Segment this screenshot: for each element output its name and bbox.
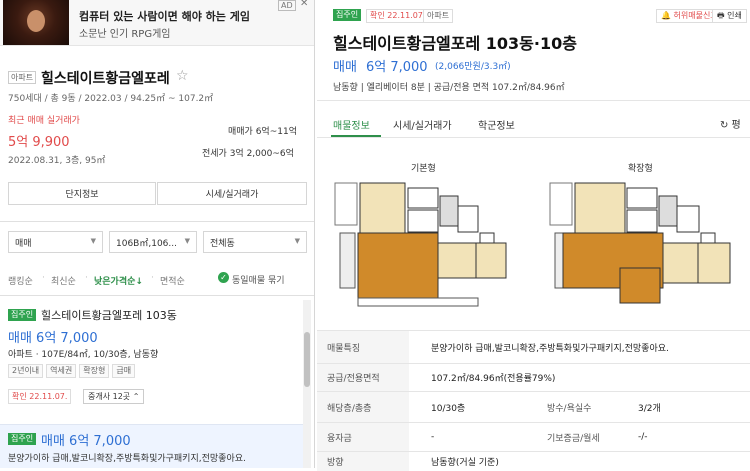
refresh-pyeong-toggle[interactable]: ↻ 평 [720,116,741,131]
price-label: 매매 [333,60,357,75]
trade-type-value: 매매 [15,238,32,249]
complex-type-tag: 아파트 [8,71,37,84]
listing-name[interactable]: 힐스테이트황금엘포레 103동 [41,307,177,323]
complex-info-button[interactable]: 단지정보 [8,182,156,205]
chevron-down-icon: ▼ [294,237,300,245]
floorplan-extended-image[interactable] [545,178,735,311]
favorite-star-icon[interactable]: ☆ [176,68,189,84]
sort-area[interactable]: 면적순 [160,274,185,287]
tab-market-price[interactable]: 시세/실거래가 [393,117,452,132]
owner-tag: 집주인 [333,9,362,21]
feature-badge: 역세권 [46,364,77,378]
listing-detail: 아파트 · 107E/84㎡, 10/30층, 남동향 [8,350,159,360]
check-icon[interactable]: ✓ [218,272,229,283]
feature-badge: 2년이내 [8,364,44,378]
info-row-loan: 융자금 - 기보증금/월세 -/- [317,422,750,451]
divider [317,137,750,138]
dong-select[interactable]: 전체동 ▼ [203,231,307,253]
confirm-date-badge: 확인 22.11.07. [8,389,72,404]
listing-price[interactable]: 매매 6억 7,000 [8,327,98,346]
group-same-listings-label[interactable]: 동일매물 묶기 [232,273,285,286]
info-row-floor: 해당층/총층 10/30층 방수/욕실수 3/2개 [317,391,750,422]
chevron-down-icon: ▼ [90,237,96,245]
listing-price: 6억 7,000 [366,60,428,75]
feature-badge: 확장형 [79,364,110,378]
sort-ranking[interactable]: 랭킹순 [8,274,33,287]
floorplan-basic-label: 기본형 [411,164,436,174]
row-value: 3/2개 [638,403,661,414]
ad-banner[interactable]: 컴퓨터 있는 사람이면 해야 하는 게임 소문난 인기 RPG게임 AD ✕ [0,0,314,46]
row-value: 107.2㎡/84.96㎡(전용률79%) [431,374,556,384]
row-value: - [431,432,435,442]
row-key: 기보증금/월세 [547,433,600,444]
print-button[interactable]: 🖶 인쇄 [712,9,747,23]
feature-badge: 급매 [112,364,136,378]
recent-price-date: 2022.08.31, 3층, 95㎡ [8,156,106,166]
info-row-features: 매물특징 분양가이하 급매,발코니확장,주방특화및가구패키지,전망좋아요. [317,330,750,363]
tab-school-info[interactable]: 학군정보 [478,117,515,132]
complex-name: 힐스테이트황금엘포레 [41,71,170,87]
ad-subtitle[interactable]: 소문난 인기 RPG게임 [79,25,171,40]
scrollbar-thumb[interactable] [304,332,310,387]
row-key: 해당층/총층 [317,392,409,422]
ad-badge: AD [278,0,296,11]
divider [317,100,750,101]
divider [0,221,314,222]
owner-tag: 집주인 [8,433,37,445]
recent-price: 5억 9,900 [8,135,70,150]
sale-price-range: 매매가 6억~11억 [228,127,297,137]
listing-description: 분양가이하 급매,발코니확장,주방특화및가구패키지,전망좋아요. [8,454,246,464]
property-type-tag: 아파트 [423,9,454,23]
row-key: 공급/전용면적 [317,364,409,391]
market-price-button[interactable]: 시세/실거래가 [157,182,307,205]
info-row-area: 공급/전용면적 107.2㎡/84.96㎡(전용률79%) [317,363,750,391]
row-key: 매물특징 [317,331,409,363]
row-value: 분양가이하 급매,발코니확장,주방특화및가구패키지,전망좋아요. [431,343,669,354]
complex-info: 750세대 / 총 9동 / 2022.03 / 94.25㎡ ~ 107.2㎡ [8,94,214,104]
ad-thumbnail[interactable] [3,0,69,45]
listing-price[interactable]: 매매 6억 7,000 [41,430,131,449]
dong-value: 전체동 [210,238,235,249]
broker-count-button[interactable]: 중개사 12곳 ⌃ [83,389,145,404]
trade-type-select[interactable]: 매매 ▼ [8,231,103,253]
area-value: 106B㎡,106... [116,238,177,249]
ad-title[interactable]: 컴퓨터 있는 사람이면 해야 하는 게임 [79,8,250,24]
row-value: 남동향(거실 기준) [431,458,499,468]
row-value: -/- [638,432,648,442]
ad-close-icon[interactable]: ✕ [300,0,308,9]
tab-listing-info[interactable]: 매물정보 [333,117,370,132]
area-select[interactable]: 106B㎡,106... ▼ [109,231,197,253]
floorplan-basic-image[interactable] [330,178,513,311]
sort-low-price[interactable]: 낮은가격순↓ [94,274,143,287]
row-key: 융자금 [317,423,409,451]
sort-separator: · [151,273,154,283]
sort-separator: · [42,273,45,283]
listing-features: 2년이내 역세권 확장형 급매 [8,364,136,378]
sort-newest[interactable]: 최신순 [51,274,76,287]
row-key: 방수/욕실수 [547,403,592,414]
info-row-direction: 방향 남동향(거실 기준) [317,451,750,471]
listing-title: 힐스테이트황금엘포레 103동·10층 [333,34,577,53]
floorplan-extended-label: 확장형 [628,164,653,174]
owner-tag: 집주인 [8,309,37,321]
confirm-date-badge: 확인 22.11.07. [366,9,430,23]
row-value: 10/30층 [431,403,466,414]
left-panel: 컴퓨터 있는 사람이면 해야 하는 게임 소문난 인기 RPG게임 AD ✕ 아… [0,0,315,468]
sort-separator: · [85,273,88,283]
row-key: 방향 [317,452,409,471]
listing-meta: 남동향 | 엘리베이터 8분 | 공급/전용 면적 107.2㎡/84.96㎡ [333,83,565,93]
recent-price-label: 최근 매매 실거래가 [8,116,80,126]
lease-price-range: 전세가 3억 2,000~6억 [202,149,294,159]
chevron-down-icon: ▼ [184,237,190,245]
price-per-area: (2,066만원/3.3㎡) [435,62,511,72]
